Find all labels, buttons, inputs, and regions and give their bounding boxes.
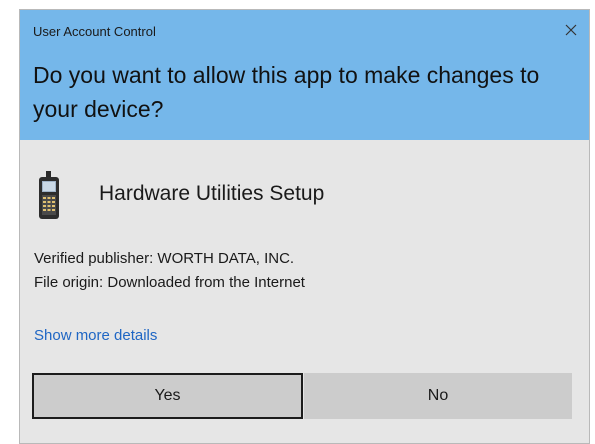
close-icon [565, 24, 577, 36]
verified-publisher: Verified publisher: WORTH DATA, INC. [34, 250, 295, 267]
uac-dialog: User Account Control Do you want to allo… [19, 9, 590, 444]
dialog-title: User Account Control [33, 24, 156, 39]
close-button[interactable] [559, 18, 583, 42]
dialog-header: User Account Control Do you want to allo… [20, 10, 589, 140]
file-origin: File origin: Downloaded from the Interne… [34, 274, 305, 291]
app-name: Hardware Utilities Setup [99, 182, 325, 205]
prompt-question: Do you want to allow this app to make ch… [33, 62, 540, 122]
show-more-details-link[interactable]: Show more details [34, 327, 157, 344]
no-button[interactable]: No [304, 373, 572, 419]
handheld-terminal-icon [37, 171, 61, 221]
yes-button[interactable]: Yes [32, 373, 303, 419]
